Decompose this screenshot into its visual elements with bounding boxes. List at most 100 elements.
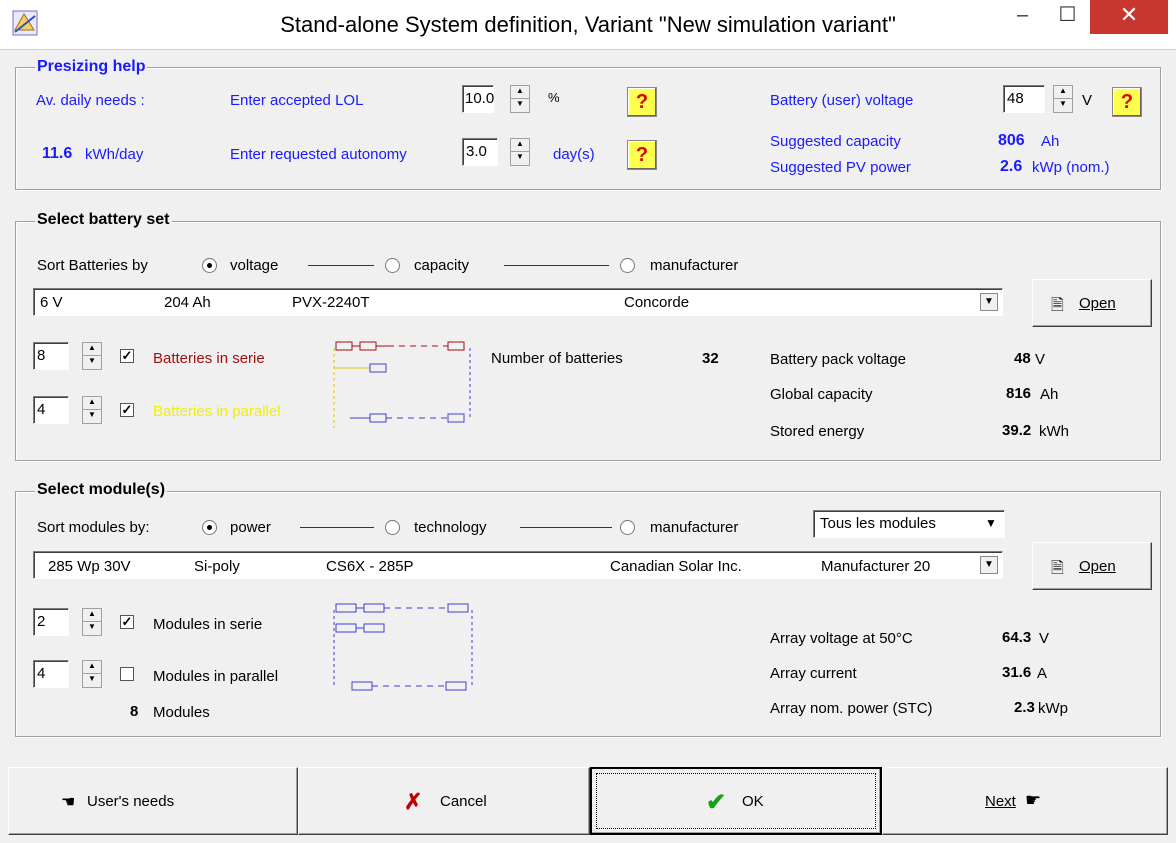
suggested-pv-value: 2.6 [1000, 158, 1023, 175]
suggested-pv-label: Suggested PV power [770, 159, 911, 176]
battery-sort-label: Sort Batteries by [37, 257, 148, 274]
number-batteries-value: 32 [702, 350, 719, 367]
module-manufacturer: Canadian Solar Inc. [610, 558, 742, 575]
battery-select[interactable]: 6 V 204 Ah PVX-2240T Concorde ▼ [33, 288, 1003, 316]
cancel-button[interactable]: ✗ Cancel [298, 767, 590, 835]
lol-label: Enter accepted LOL [230, 92, 364, 109]
battery-parallel-spinner[interactable]: ▲ ▼ [82, 396, 102, 424]
battery-open-button[interactable]: 🗎 Open [1032, 279, 1152, 327]
array-current-label: Array current [770, 665, 857, 682]
hand-left-icon: ☚ [61, 794, 76, 811]
sort-technology-radio[interactable] [385, 520, 400, 535]
chevron-down-icon[interactable]: ▼ [980, 293, 998, 311]
voltage-help-button[interactable]: ? [1112, 87, 1142, 117]
chevron-down-icon[interactable]: ▼ [982, 515, 1000, 533]
suggested-capacity-label: Suggested capacity [770, 133, 901, 150]
battery-voltage: 6 V [40, 294, 63, 311]
battery-manufacturer: Concorde [624, 294, 690, 311]
battery-parallel-label: Batteries in parallel [153, 403, 281, 420]
module-serie-spinner[interactable]: ▲ ▼ [82, 608, 102, 636]
array-power-unit: kWp [1038, 700, 1068, 717]
battery-parallel-checkbox[interactable]: ✓ [120, 403, 134, 417]
daily-needs-unit: kWh/day [85, 146, 144, 163]
chevron-down-icon[interactable]: ▼ [980, 556, 998, 574]
global-capacity-unit: Ah [1040, 386, 1059, 403]
daily-needs-value: 11.6 [42, 145, 73, 162]
battery-serie-label: Batteries in serie [153, 350, 265, 367]
module-tech: Si-poly [194, 558, 240, 575]
array-power-label: Array nom. power (STC) [770, 700, 933, 717]
sort-capacity-label: capacity [414, 257, 470, 274]
cancel-x-icon: ✗ [404, 789, 423, 814]
autonomy-input[interactable]: 3.0 [462, 138, 498, 166]
battery-model: PVX-2240T [292, 294, 370, 311]
battery-voltage-input[interactable]: 48 [1003, 85, 1045, 113]
autonomy-help-button[interactable]: ? [627, 140, 657, 170]
array-voltage-unit: V [1039, 630, 1050, 647]
module-parallel-spinner[interactable]: ▲ ▼ [82, 660, 102, 688]
pack-voltage-label: Battery pack voltage [770, 351, 906, 368]
radio-connector-line [504, 265, 609, 266]
stored-energy-label: Stored energy [770, 423, 865, 440]
cancel-label: Cancel [440, 793, 487, 810]
lol-input[interactable]: 10.0 [462, 85, 494, 113]
document-icon: 🗎 [1051, 297, 1064, 314]
lol-spinner[interactable]: ▲ ▼ [510, 85, 530, 113]
battery-capacity: 204 Ah [164, 294, 211, 311]
battery-serie-spinner[interactable]: ▲ ▼ [82, 342, 102, 370]
battery-serie-input[interactable]: 8 [33, 342, 69, 370]
battery-voltage-label: Battery (user) voltage [770, 92, 914, 109]
module-parallel-input[interactable]: 4 [33, 660, 69, 688]
module-serie-checkbox[interactable]: ✓ [120, 615, 134, 629]
minimize-button[interactable]: – [1000, 0, 1045, 34]
autonomy-label: Enter requested autonomy [230, 146, 407, 163]
ok-button[interactable]: ✔ OK [590, 767, 882, 835]
battery-wiring-diagram [333, 341, 471, 428]
presizing-group-label: Presizing help [35, 58, 148, 76]
sort-module-manufacturer-radio[interactable] [620, 520, 635, 535]
lol-help-button[interactable]: ? [627, 87, 657, 117]
sort-power-label: power [230, 519, 271, 536]
array-voltage-label: Array voltage at 50°C [770, 630, 913, 647]
module-filter-select[interactable]: Tous les modules ▼ [813, 510, 1005, 538]
array-voltage-value: 64.3 [1002, 629, 1032, 646]
module-serie-input[interactable]: 2 [33, 608, 69, 636]
battery-voltage-spinner[interactable]: ▲ ▼ [1053, 85, 1073, 113]
battery-group [15, 221, 1161, 461]
module-filter-value: Tous les modules [820, 515, 936, 532]
radio-connector-line [308, 265, 374, 266]
ok-checkmark-icon: ✔ [706, 789, 727, 816]
ok-label: OK [742, 793, 764, 810]
battery-voltage-unit: V [1082, 92, 1093, 109]
daily-needs-label: Av. daily needs : [36, 92, 145, 109]
suggested-capacity-value: 806 [998, 132, 1025, 149]
suggested-pv-unit: kWp (nom.) [1032, 159, 1110, 176]
module-open-button[interactable]: 🗎 Open [1032, 542, 1152, 590]
hand-right-icon: ☛ [1025, 790, 1042, 810]
module-serie-label: Modules in serie [153, 616, 263, 633]
document-icon: 🗎 [1051, 560, 1064, 577]
users-needs-button[interactable]: ☚ User's needs [8, 767, 298, 835]
modules-group-label: Select module(s) [35, 481, 168, 499]
module-open-label: Open [1079, 558, 1116, 575]
battery-serie-checkbox[interactable]: ✓ [120, 349, 134, 363]
battery-open-label: Open [1079, 295, 1116, 312]
autonomy-spinner[interactable]: ▲ ▼ [510, 138, 530, 166]
sort-manufacturer-label: manufacturer [650, 257, 739, 274]
next-button[interactable]: Next ☛ [882, 767, 1168, 835]
maximize-button[interactable]: ☐ [1045, 0, 1090, 34]
sort-manufacturer-radio[interactable] [620, 258, 635, 273]
sort-capacity-radio[interactable] [385, 258, 400, 273]
module-parallel-checkbox[interactable] [120, 667, 134, 681]
array-current-unit: A [1037, 665, 1048, 682]
battery-parallel-input[interactable]: 4 [33, 396, 69, 424]
close-button[interactable]: ✕ [1090, 0, 1168, 34]
pack-voltage-value: 48 [1014, 350, 1031, 367]
module-parallel-label: Modules in parallel [153, 668, 279, 685]
module-select[interactable]: 285 Wp 30V Si-poly CS6X - 285P Canadian … [33, 551, 1003, 579]
sort-voltage-radio[interactable] [202, 258, 217, 273]
radio-connector-line [300, 527, 374, 528]
sort-power-radio[interactable] [202, 520, 217, 535]
sort-technology-label: technology [414, 519, 487, 536]
module-wiring-diagram [333, 603, 473, 691]
